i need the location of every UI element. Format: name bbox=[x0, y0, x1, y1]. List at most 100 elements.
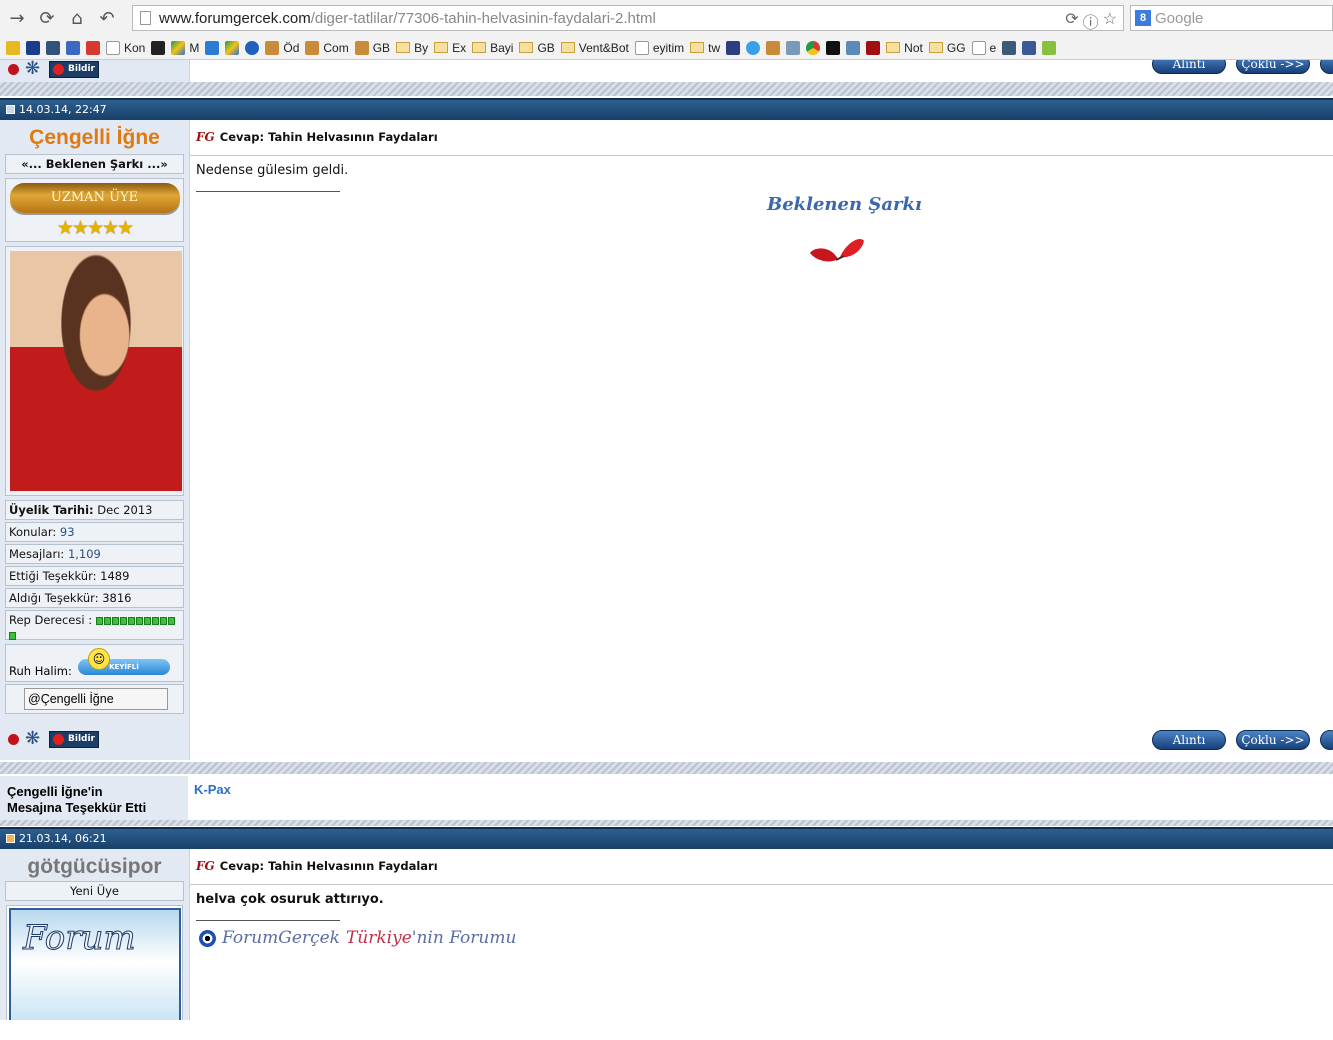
refresh-icon[interactable]: ⟳ bbox=[1065, 9, 1078, 33]
offline-dot-icon bbox=[8, 733, 19, 745]
folder-icon bbox=[928, 42, 943, 53]
thanks-label-line2: Mesajına Teşekkür Etti bbox=[7, 800, 147, 815]
thanks-received-label: Aldığı Teşekkür: bbox=[9, 591, 99, 605]
bookmark-twitter-icon[interactable] bbox=[746, 40, 761, 55]
search-input[interactable]: 8 Google bbox=[1130, 5, 1333, 31]
user-title: Yeni Üye bbox=[5, 881, 184, 901]
smiley-icon: ☺ bbox=[88, 648, 110, 670]
bookmark-m[interactable]: M bbox=[171, 40, 199, 55]
avatar[interactable] bbox=[5, 246, 184, 496]
report-button[interactable]: Bildir bbox=[49, 60, 99, 78]
bookmark-drive-icon[interactable] bbox=[225, 40, 240, 55]
multi-quote-button[interactable]: Çoklu ->> bbox=[1236, 730, 1310, 750]
topics-value[interactable]: 93 bbox=[60, 525, 75, 539]
join-date-value: Dec 2013 bbox=[97, 503, 153, 517]
next-button[interactable] bbox=[1320, 730, 1333, 750]
thanks-given-value: 1489 bbox=[100, 569, 130, 583]
posts-value[interactable]: 1,109 bbox=[68, 547, 101, 561]
rep-pip-icon bbox=[159, 617, 167, 625]
bookmark-com[interactable]: Com bbox=[305, 40, 349, 55]
thanks-received-value: 3816 bbox=[102, 591, 132, 605]
bookmark-chrome-icon[interactable] bbox=[806, 40, 821, 55]
username[interactable]: Çengelli İğne bbox=[0, 126, 189, 150]
bookmark-film2-icon[interactable] bbox=[826, 40, 841, 55]
prev-next-button[interactable] bbox=[1320, 60, 1333, 74]
username[interactable]: götgücüsipor bbox=[0, 855, 189, 879]
bookmark-3-icon[interactable] bbox=[205, 40, 220, 55]
bookmark-folder-tw[interactable]: tw bbox=[690, 41, 720, 55]
post-date: 21.03.14, 06:21 bbox=[19, 832, 107, 845]
bookmark-gmail-icon[interactable] bbox=[86, 40, 100, 55]
prev-multi-quote-button[interactable]: Çoklu ->> bbox=[1236, 60, 1310, 74]
bookmark-folder-bayi[interactable]: Bayi bbox=[472, 41, 513, 55]
home-icon[interactable]: ⌂ bbox=[64, 5, 90, 31]
mention-input[interactable]: @Çengelli İğne bbox=[24, 688, 168, 710]
bookmark-film-icon[interactable] bbox=[151, 40, 166, 55]
bookmark-translate-icon[interactable] bbox=[66, 40, 80, 55]
signature-part-a: ForumGerçek bbox=[222, 928, 340, 948]
bookmark-eyitim[interactable]: eyitim bbox=[634, 40, 684, 55]
bookmark-paypal-icon[interactable] bbox=[26, 40, 40, 55]
gear-icon[interactable]: ❋ bbox=[25, 60, 43, 78]
post-title: FG Cevap: Tahin Helvasının Faydaları bbox=[196, 130, 438, 144]
reload-icon[interactable]: ⟳ bbox=[34, 5, 60, 31]
bookmark-shield2-icon[interactable] bbox=[866, 40, 881, 55]
bookmark-od[interactable]: Öd bbox=[265, 40, 299, 55]
bookmark-gb-1[interactable]: GB bbox=[354, 40, 390, 55]
bookmark-folder-gg[interactable]: GG bbox=[928, 41, 966, 55]
bookmark-flag-icon[interactable] bbox=[726, 40, 741, 55]
bookmark-folder-by[interactable]: By bbox=[396, 41, 428, 55]
bookmark-e-icon[interactable] bbox=[245, 40, 260, 55]
bookmark-shield-icon[interactable] bbox=[6, 40, 20, 55]
back-arrow-icon[interactable]: → bbox=[4, 5, 30, 31]
post-header: 21.03.14, 06:21 bbox=[0, 827, 1333, 849]
avatar[interactable]: Forum bbox=[6, 905, 183, 1020]
bookmark-folder-gb[interactable]: GB bbox=[519, 41, 555, 55]
prev-post-icons: ❋ Bildir bbox=[8, 60, 99, 78]
post-message: Nedense gülesim geldi. bbox=[196, 163, 349, 178]
post-new-icon bbox=[6, 834, 15, 843]
avatar-image: Forum bbox=[9, 908, 181, 1020]
address-bar[interactable]: www.forumgercek.com/diger-tatlilar/77306… bbox=[132, 5, 1124, 33]
undo-icon[interactable]: ↶ bbox=[94, 5, 120, 31]
quote-button[interactable]: Alıntı bbox=[1152, 730, 1226, 750]
bookmark-person-icon[interactable] bbox=[766, 40, 781, 55]
thanks-label-line1: Çengelli İğne'in bbox=[7, 784, 103, 799]
folder-icon bbox=[434, 42, 449, 53]
bookmark-android-icon[interactable] bbox=[1042, 40, 1057, 55]
report-button[interactable]: Bildir bbox=[49, 730, 99, 748]
page-icon bbox=[140, 11, 151, 25]
user-title: «... Beklenen Şarkı ...» bbox=[5, 154, 184, 174]
bookmark-folder-ventbot[interactable]: Vent&Bot bbox=[560, 41, 629, 55]
post-title: FG Cevap: Tahin Helvasının Faydaları bbox=[196, 859, 438, 873]
extension-icon[interactable]: ⓘ bbox=[1083, 9, 1099, 33]
bookmark-folder-not[interactable]: Not bbox=[886, 41, 923, 55]
bookmark-facebook-icon[interactable] bbox=[1022, 40, 1037, 55]
bookmark-e[interactable]: e bbox=[971, 40, 996, 55]
bookmark-globe-icon[interactable] bbox=[46, 40, 60, 55]
bookmark-car-icon[interactable] bbox=[1002, 40, 1017, 55]
rep-pip-icon bbox=[111, 617, 119, 625]
rep-pip-icon bbox=[119, 617, 127, 625]
gear-icon[interactable]: ❋ bbox=[25, 730, 43, 748]
bookmark-folder-ex[interactable]: Ex bbox=[434, 41, 466, 55]
mention-box: @Çengelli İğne bbox=[5, 684, 184, 714]
butterfly-icon bbox=[810, 238, 864, 262]
bookmark-bird-icon[interactable] bbox=[846, 40, 861, 55]
post-title-text: Cevap: Tahin Helvasının Faydaları bbox=[219, 130, 438, 144]
prev-quote-button[interactable]: Alıntı bbox=[1152, 60, 1226, 74]
bookmark-kon[interactable]: Kon bbox=[106, 40, 145, 55]
rep-label: Rep Derecesi : bbox=[9, 613, 93, 627]
bookmark-pen-icon[interactable] bbox=[786, 40, 801, 55]
bookmarks-bar: Kon M Öd Com GB By Ex Bayi GB Vent&Bot e… bbox=[0, 36, 1333, 60]
signature-part-c: 'nin Forumu bbox=[411, 928, 517, 948]
star-icon[interactable]: ☆ bbox=[1103, 9, 1117, 33]
thanks-given-label: Ettiği Teşekkür: bbox=[9, 569, 97, 583]
post-date: 14.03.14, 22:47 bbox=[19, 103, 107, 116]
rep-pip-icon bbox=[9, 632, 16, 640]
rep-pip-icon bbox=[143, 617, 151, 625]
google-icon: 8 bbox=[1135, 10, 1151, 26]
separator-stripe bbox=[0, 762, 1333, 774]
thanks-user-link[interactable]: K-Pax bbox=[194, 782, 231, 797]
rep-pip-icon bbox=[135, 617, 143, 625]
